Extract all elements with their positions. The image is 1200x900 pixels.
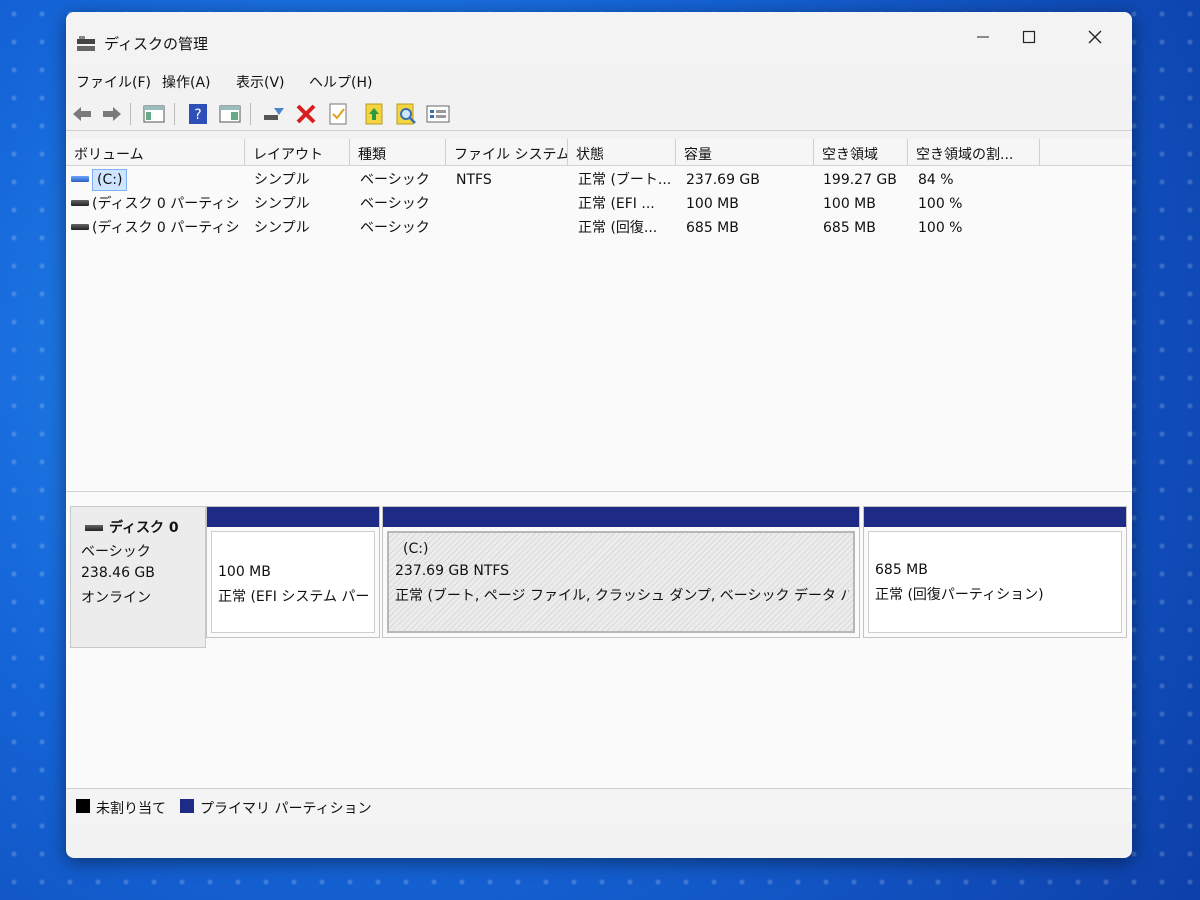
column-free-percent[interactable]: 空き領域の割... [908, 139, 1040, 165]
type-cell: ベーシック [360, 220, 430, 236]
toolbar-separator [250, 103, 251, 125]
percent-cell: 100 % [918, 196, 963, 212]
type-cell: ベーシック [360, 172, 430, 188]
column-file-system[interactable]: ファイル システム [446, 139, 568, 165]
column-free-space[interactable]: 空き領域 [814, 139, 908, 165]
volume-name: (ディスク 0 パーティショ... [92, 196, 242, 212]
free-cell: 685 MB [823, 220, 876, 236]
volume-name: (C:) [92, 169, 128, 191]
partition-status: 正常 (EFI システム パーテ [218, 589, 370, 605]
volume-icon [71, 176, 89, 182]
menu-file[interactable]: ファイル(F) [76, 72, 151, 92]
menu-action[interactable]: 操作(A) [162, 72, 211, 92]
table-row[interactable]: (ディスク 0 パーティショ... シンプル ベーシック 正常 (回復... 6… [66, 216, 1132, 240]
partition-status: 正常 (回復パーティション) [875, 587, 1044, 603]
percent-cell: 100 % [918, 220, 963, 236]
import-icon[interactable] [362, 102, 386, 126]
maximize-button[interactable] [1006, 20, 1052, 54]
toolbar: ? [66, 98, 1132, 131]
disk-0-label[interactable]: ディスク 0 ベーシック 238.46 GB オンライン [70, 506, 206, 648]
percent-cell: 84 % [918, 172, 954, 188]
fs-cell: NTFS [456, 172, 492, 188]
list-icon[interactable] [426, 102, 450, 126]
free-cell: 100 MB [823, 196, 876, 212]
connect-disk-icon[interactable] [262, 102, 286, 126]
toolbar-separator [174, 103, 175, 125]
free-cell: 199.27 GB [823, 172, 897, 188]
layout-cell: シンプル [254, 196, 310, 212]
partition-recovery[interactable]: 685 MB 正常 (回復パーティション) [863, 506, 1127, 638]
delete-icon[interactable] [294, 102, 318, 126]
help-icon[interactable]: ? [186, 102, 210, 126]
minimize-icon [977, 36, 989, 38]
legend-primary-label: プライマリ パーティション [200, 801, 372, 817]
column-capacity[interactable]: 容量 [676, 139, 814, 165]
partition-size: 685 MB [875, 562, 928, 578]
legend-unallocated-swatch [76, 799, 90, 813]
maximize-icon [1022, 30, 1036, 44]
check-icon[interactable] [326, 102, 350, 126]
capacity-cell: 685 MB [686, 220, 739, 236]
close-icon [1088, 30, 1102, 44]
disk-management-window: ディスクの管理 ファイル(F) 操作(A) 表示(V) ヘルプ(H) ? ボリュ… [66, 12, 1132, 858]
disk-management-app-icon [77, 36, 95, 51]
minimize-button[interactable] [960, 20, 1006, 54]
volume-list-header: ボリューム レイアウト 種類 ファイル システム 状態 容量 空き領域 空き領域… [66, 139, 1132, 166]
legend-bar: 未割り当て プライマリ パーティション [66, 788, 1132, 823]
menu-view[interactable]: 表示(V) [236, 72, 285, 92]
console-tree-icon[interactable] [142, 102, 166, 126]
disk-icon [85, 525, 103, 531]
disk-size: 238.46 GB [81, 565, 155, 581]
layout-cell: シンプル [254, 172, 310, 188]
toolbar-separator [130, 103, 131, 125]
partition-bar [207, 507, 379, 527]
column-volume[interactable]: ボリューム [66, 139, 245, 165]
legend-primary-swatch [180, 799, 194, 813]
title-bar[interactable]: ディスクの管理 [66, 12, 1132, 64]
volume-name: (ディスク 0 パーティショ... [92, 220, 242, 236]
partition-size: 100 MB [218, 564, 271, 580]
disk-state: オンライン [81, 590, 151, 606]
legend-unallocated-label: 未割り当て [96, 801, 166, 817]
search-icon[interactable] [394, 102, 418, 126]
status-cell: 正常 (回復... [578, 220, 658, 236]
capacity-cell: 237.69 GB [686, 172, 760, 188]
column-status[interactable]: 状態 [568, 139, 676, 165]
table-row[interactable]: (C:) シンプル ベーシック NTFS 正常 (ブート... 237.69 G… [66, 168, 1132, 192]
volume-icon [71, 224, 89, 230]
partition-size: 237.69 GB NTFS [395, 563, 510, 579]
partition-bar [864, 507, 1126, 527]
capacity-cell: 100 MB [686, 196, 739, 212]
partition-c[interactable]: (C:) 237.69 GB NTFS 正常 (ブート, ページ ファイル, ク… [382, 506, 860, 638]
layout-cell: シンプル [254, 220, 310, 236]
properties-pane-icon[interactable] [218, 102, 242, 126]
menu-bar: ファイル(F) 操作(A) 表示(V) ヘルプ(H) [66, 68, 1132, 92]
column-layout[interactable]: レイアウト [245, 139, 350, 165]
forward-arrow-icon[interactable] [100, 102, 124, 126]
type-cell: ベーシック [360, 196, 430, 212]
partition-efi[interactable]: 100 MB 正常 (EFI システム パーテ [206, 506, 380, 638]
table-row[interactable]: (ディスク 0 パーティショ... シンプル ベーシック 正常 (EFI ...… [66, 192, 1132, 216]
partition-title: (C:) [403, 541, 429, 557]
window-title: ディスクの管理 [104, 35, 208, 53]
back-arrow-icon[interactable] [70, 102, 94, 126]
disk-name: ディスク 0 [109, 520, 179, 536]
volume-icon [71, 200, 89, 206]
svg-text:?: ? [194, 107, 201, 123]
close-button[interactable] [1072, 20, 1118, 54]
column-type[interactable]: 種類 [350, 139, 446, 165]
volume-list-pane: ボリューム レイアウト 種類 ファイル システム 状態 容量 空き領域 空き領域… [66, 139, 1132, 492]
menu-help[interactable]: ヘルプ(H) [309, 72, 372, 92]
status-cell: 正常 (ブート... [578, 172, 670, 188]
partition-status: 正常 (ブート, ページ ファイル, クラッシュ ダンプ, ベーシック データ … [395, 588, 849, 604]
partition-bar [383, 507, 859, 527]
status-cell: 正常 (EFI ... [578, 196, 655, 212]
disk-graphical-pane: ディスク 0 ベーシック 238.46 GB オンライン 100 MB 正常 (… [66, 492, 1132, 822]
disk-type: ベーシック [81, 544, 151, 560]
